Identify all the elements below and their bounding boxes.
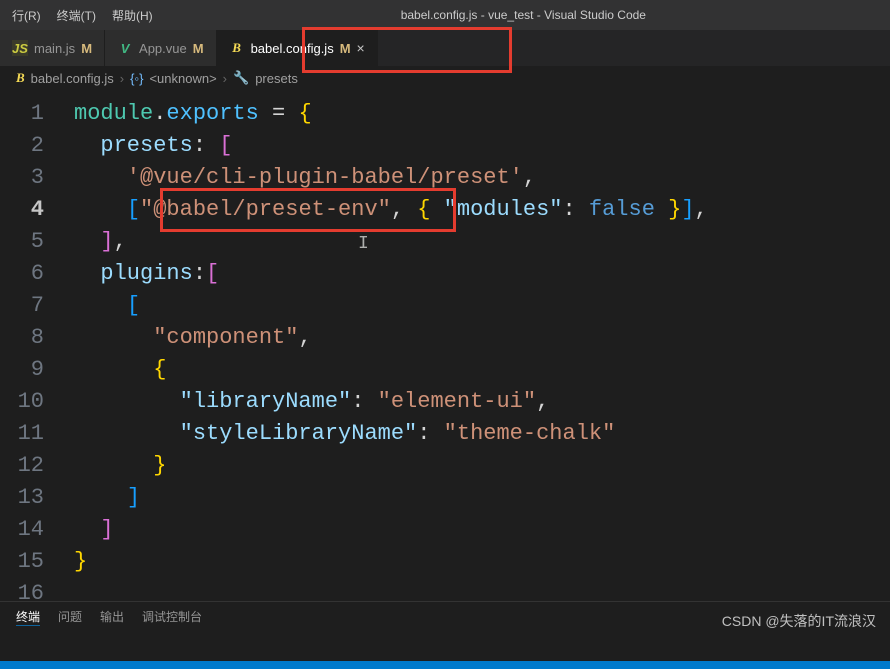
- panel-problems[interactable]: 问题: [58, 608, 82, 625]
- breadcrumb-scope: <unknown>: [149, 71, 216, 86]
- code-line[interactable]: ["@babel/preset-env", { "modules": false…: [68, 194, 890, 226]
- menu-run[interactable]: 行(R): [4, 7, 49, 24]
- code-line[interactable]: "libraryName": "element-ui",: [68, 386, 890, 418]
- panel-terminal[interactable]: 终端: [16, 608, 40, 626]
- line-number: 10: [0, 386, 44, 418]
- menubar: 行(R) 终端(T) 帮助(H) babel.config.js - vue_t…: [0, 0, 890, 30]
- statusbar: [0, 661, 890, 669]
- menu-terminal[interactable]: 终端(T): [49, 7, 104, 24]
- code-line[interactable]: ],: [68, 226, 890, 258]
- line-number: 8: [0, 322, 44, 354]
- close-icon[interactable]: ×: [357, 40, 365, 56]
- line-number: 5: [0, 226, 44, 258]
- line-number: 3: [0, 162, 44, 194]
- line-gutter: 12345678910111213141516: [0, 90, 62, 639]
- tab-label: App.vue: [139, 41, 187, 56]
- tab-label: main.js: [34, 41, 75, 56]
- modified-indicator: M: [193, 41, 204, 56]
- code-line[interactable]: presets: [: [68, 130, 890, 162]
- code-line[interactable]: }: [68, 450, 890, 482]
- chevron-right-icon: ›: [120, 71, 124, 86]
- line-number: 4: [0, 194, 44, 226]
- modified-indicator: M: [340, 41, 351, 56]
- tab-main-js[interactable]: JS main.js M: [0, 30, 105, 66]
- line-number: 9: [0, 354, 44, 386]
- modified-indicator: M: [81, 41, 92, 56]
- code-line[interactable]: [: [68, 290, 890, 322]
- code-line[interactable]: }: [68, 546, 890, 578]
- code-line[interactable]: {: [68, 354, 890, 386]
- js-icon: JS: [12, 40, 28, 56]
- code-area[interactable]: module.exports = { presets: [ '@vue/cli-…: [62, 90, 890, 639]
- line-number: 13: [0, 482, 44, 514]
- breadcrumb-symbol: presets: [255, 71, 298, 86]
- line-number: 2: [0, 130, 44, 162]
- code-line[interactable]: ]: [68, 482, 890, 514]
- field-icon: {◦}: [130, 71, 143, 86]
- menu-help[interactable]: 帮助(H): [104, 7, 161, 24]
- tabbar: JS main.js M V App.vue M Bbabel.config.js M ×: [0, 30, 890, 66]
- line-number: 14: [0, 514, 44, 546]
- tab-babel-config-js[interactable]: Bbabel.config.js M ×: [217, 30, 378, 66]
- line-number: 6: [0, 258, 44, 290]
- line-number: 12: [0, 450, 44, 482]
- panel-output[interactable]: 输出: [100, 608, 124, 625]
- line-number: 15: [0, 546, 44, 578]
- editor[interactable]: 12345678910111213141516 module.exports =…: [0, 90, 890, 639]
- code-line[interactable]: '@vue/cli-plugin-babel/preset',: [68, 162, 890, 194]
- tab-label: babel.config.js: [251, 41, 334, 56]
- breadcrumb[interactable]: B babel.config.js › {◦} <unknown> › 🔧 pr…: [0, 66, 890, 90]
- chevron-right-icon: ›: [223, 71, 227, 86]
- wrench-icon: 🔧: [233, 70, 249, 86]
- line-number: 7: [0, 290, 44, 322]
- code-line[interactable]: plugins:[: [68, 258, 890, 290]
- babel-icon: B: [16, 70, 25, 86]
- tab-App-vue[interactable]: V App.vue M: [105, 30, 217, 66]
- panel-debug[interactable]: 调试控制台: [142, 608, 202, 625]
- babel-icon: B: [229, 40, 245, 56]
- vue-icon: V: [117, 40, 133, 56]
- code-line[interactable]: "styleLibraryName": "theme-chalk": [68, 418, 890, 450]
- line-number: 11: [0, 418, 44, 450]
- code-line[interactable]: "component",: [68, 322, 890, 354]
- breadcrumb-file: babel.config.js: [31, 71, 114, 86]
- window-title: babel.config.js - vue_test - Visual Stud…: [161, 8, 886, 22]
- code-line[interactable]: ]: [68, 514, 890, 546]
- line-number: 1: [0, 98, 44, 130]
- code-line[interactable]: module.exports = {: [68, 98, 890, 130]
- text-cursor-icon: I: [358, 234, 369, 254]
- watermark: CSDN @失落的IT流浪汉: [722, 611, 876, 631]
